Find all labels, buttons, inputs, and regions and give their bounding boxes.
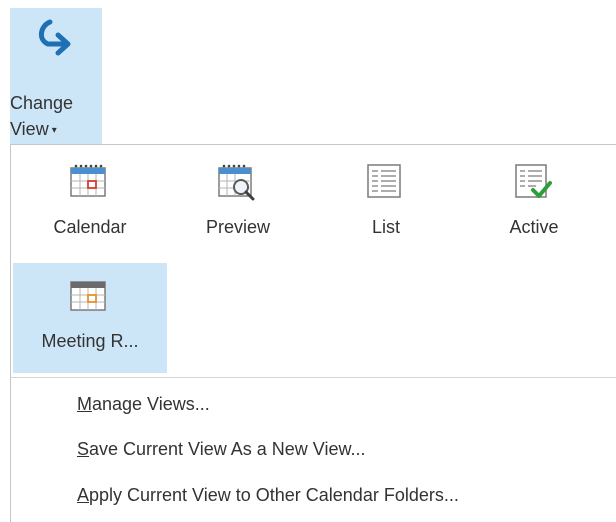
- view-label: Calendar: [53, 217, 127, 237]
- view-gallery: Calendar Preview List Active Meeting R..…: [11, 145, 616, 377]
- view-list[interactable]: List: [309, 149, 463, 259]
- view-calendar[interactable]: Calendar: [13, 149, 167, 259]
- accelerator-key: S: [77, 439, 90, 459]
- accelerator-key: M: [77, 394, 92, 414]
- active-view-icon: [515, 164, 552, 198]
- manage-views-menu-item[interactable]: Manage Views...: [77, 394, 210, 415]
- view-label: Preview: [205, 217, 271, 237]
- meeting-requests-view-icon: [70, 281, 106, 311]
- menu-item-label: ave Current View As a New View...: [89, 439, 366, 459]
- view-label: Active: [509, 217, 559, 237]
- calendar-view-icon: [70, 164, 106, 197]
- view-active[interactable]: Active: [457, 149, 611, 259]
- accelerator-key: A: [77, 485, 90, 505]
- view-meeting-requests[interactable]: Meeting R...: [13, 263, 167, 373]
- change-view-label: Change: [10, 93, 74, 113]
- view-label-text: View: [10, 119, 49, 139]
- menu-separator: [11, 377, 616, 378]
- change-view-label-2: View ▾: [10, 119, 57, 140]
- preview-view-icon: [218, 164, 255, 201]
- change-view-dropdown: Calendar Preview List Active Meeting R..…: [10, 144, 616, 522]
- view-preview[interactable]: Preview: [161, 149, 315, 259]
- menu-item-label: anage Views...: [92, 394, 210, 414]
- save-view-menu-item[interactable]: Save Current View As a New View...: [77, 439, 365, 460]
- apply-view-menu-item[interactable]: Apply Current View to Other Calendar Fol…: [77, 485, 459, 506]
- change-view-button[interactable]: Change View ▾: [10, 8, 102, 144]
- dropdown-caret-icon: ▾: [51, 125, 57, 136]
- list-view-icon: [367, 164, 401, 198]
- view-label: Meeting R...: [41, 331, 139, 351]
- view-label: List: [371, 217, 400, 237]
- change-view-arrow-icon: [39, 19, 71, 56]
- menu-item-label: pply Current View to Other Calendar Fold…: [89, 485, 459, 505]
